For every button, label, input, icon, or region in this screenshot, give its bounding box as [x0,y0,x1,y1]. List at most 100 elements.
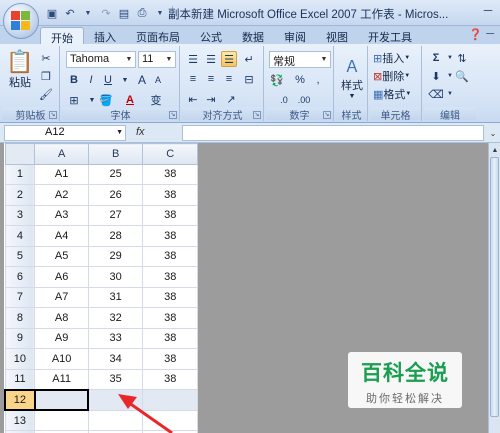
font-size-field[interactable]: 11 ▼ [138,51,176,68]
number-launcher-icon[interactable]: ↘ [323,111,331,119]
align-left-icon[interactable]: ≡ [185,71,201,87]
grow-font-button[interactable]: A [134,72,150,88]
merge-center-icon[interactable]: ⊟ [241,71,257,87]
orientation-icon[interactable]: ↗ [223,91,239,107]
styles-button-label: 样式 [341,79,363,92]
name-box[interactable]: A12 ▼ [4,125,126,141]
decrease-indent-icon[interactable]: ⇤ [185,91,201,107]
tab-review[interactable]: 审阅 [274,27,316,44]
cells-group-label: 单元格 [370,107,421,122]
increase-indent-icon[interactable]: ⇥ [203,91,219,107]
office-button[interactable] [3,3,39,39]
watermark: 百科全说 助你轻松解决 [348,352,462,408]
styles-dropdown-icon: ▼ [348,92,356,100]
expand-formula-bar-icon[interactable]: ⌄ [488,126,498,140]
align-right-icon[interactable]: ≡ [221,71,237,87]
phonetic-button[interactable]: 变 [148,92,164,108]
copy-icon[interactable]: ❐ [38,68,54,84]
alignment-group-label: 对齐方式 [182,107,263,122]
delete-cells-icon: ⊠ [373,70,383,83]
shrink-font-button[interactable]: A [150,72,166,88]
insert-cells-label: 插入 [382,53,405,65]
alignment-launcher-icon[interactable]: ↘ [253,111,261,119]
tab-view[interactable]: 视图 [316,27,358,44]
tab-data[interactable]: 数据 [232,27,274,44]
font-size-value: 11 [142,53,154,65]
undo-dropdown-icon[interactable]: ▼ [80,5,96,21]
find-select-icon[interactable]: 🔍 [454,68,470,84]
format-cells-button[interactable]: ▦ 格式 ▼ [373,86,411,102]
clear-dropdown-icon[interactable]: ▼ [442,86,458,102]
styles-group-label: 样式 [336,107,367,122]
alignment-group: ☰ ☰ ☰ ↵ ≡ ≡ ≡ ⊟ ⇤ ⇥ ↗ 对齐方式 ↘ [182,46,264,122]
print-preview-icon[interactable]: ▤ [116,5,132,21]
styles-button[interactable]: Ａ 样式 ▼ [338,50,366,102]
insert-dropdown-icon: ▼ [404,55,411,61]
help-icon[interactable]: ❓ [469,28,483,41]
editing-group: Σ ▼ ⇅ ⬇ ▼ 🔍 ⌫ ▼ 编辑 [424,46,476,122]
clipboard-launcher-icon[interactable]: ↘ [49,111,57,119]
align-bottom-icon[interactable]: ☰ [221,51,237,67]
bold-button[interactable]: B [66,72,82,88]
delete-dropdown-icon: ▼ [404,73,411,79]
align-top-icon[interactable]: ☰ [185,51,201,67]
minimize-icon[interactable]: ─ [476,0,500,20]
delete-cells-button[interactable]: ⊠ 删除 ▼ [373,68,410,84]
tab-formulas[interactable]: 公式 [190,27,232,44]
formula-bar: A12 ▼ fx ⌄ [0,123,500,143]
save-icon[interactable]: ▣ [44,5,60,21]
scroll-thumb[interactable] [490,157,499,417]
underline-dropdown-icon[interactable]: ▼ [117,72,133,88]
paste-button[interactable]: 📋 粘贴 [6,48,34,92]
formula-input[interactable] [182,125,484,141]
watermark-title: 百科全说 [361,362,449,385]
paste-label: 粘贴 [9,77,31,89]
font-name-field[interactable]: Tahoma ▼ [66,51,136,68]
cut-icon[interactable]: ✂ [38,50,54,66]
align-center-icon[interactable]: ≡ [203,71,219,87]
format-painter-icon[interactable]: 🖌 [38,86,54,102]
comma-style-icon[interactable]: , [310,72,326,88]
insert-cells-button[interactable]: ⊞ 插入 ▼ [373,50,410,66]
tab-insert[interactable]: 插入 [84,27,126,44]
italic-button[interactable]: I [83,72,99,88]
customize-qat-icon[interactable]: ▼ [152,5,168,21]
fill-color-icon[interactable]: 🪣 [98,92,114,108]
tab-home[interactable]: 开始 [40,27,84,45]
scroll-up-icon[interactable]: ▲ [490,145,500,155]
font-name-dropdown-icon[interactable]: ▼ [124,53,134,66]
font-size-dropdown-icon[interactable]: ▼ [164,53,174,66]
borders-icon[interactable]: ⊞ [66,92,82,108]
number-format-value: 常规 [273,56,295,68]
currency-icon[interactable]: 💱 [269,72,285,88]
format-cells-label: 格式 [383,89,406,101]
window-title: 副本新建 Microsoft Office Excel 2007 工作表 - M… [168,9,449,21]
format-dropdown-icon: ▼ [405,91,412,97]
decrease-decimal-icon[interactable]: .00 [296,92,312,108]
sort-filter-icon[interactable]: ⇅ [454,50,470,66]
align-middle-icon[interactable]: ☰ [203,51,219,67]
insert-function-button[interactable]: fx [136,126,145,138]
percent-icon[interactable]: % [292,72,308,88]
insert-cells-icon: ⊞ [373,52,383,65]
vertical-scrollbar[interactable]: ▲ [488,143,500,433]
number-format-field[interactable]: 常规 ▼ [269,51,331,68]
print-icon[interactable]: ⎙ [134,5,150,21]
arrow-shaft [124,398,173,433]
name-box-dropdown-icon[interactable]: ▼ [116,129,123,136]
undo-icon[interactable]: ↶ [62,5,78,21]
font-color-button[interactable]: A [122,92,138,108]
tab-page-layout[interactable]: 页面布局 [126,27,190,44]
increase-decimal-icon[interactable]: .0 [276,92,292,108]
wrap-text-icon[interactable]: ↵ [241,51,257,67]
number-format-dropdown-icon[interactable]: ▼ [319,53,329,66]
title-bar: ▣ ↶ ▼ ↷ ▤ ⎙ ▼ 副本新建 Microsoft Office Exce… [0,0,500,26]
name-box-value: A12 [45,126,65,138]
ribbon-tab-bar: 开始 插入 页面布局 公式 数据 审阅 视图 开发工具 ❓ ─ [0,26,500,45]
tab-developer[interactable]: 开发工具 [358,27,422,44]
font-launcher-icon[interactable]: ↘ [169,111,177,119]
font-group-label: 字体 [62,107,179,122]
ribbon-minimize-icon[interactable]: ─ [486,28,494,41]
underline-button[interactable]: U [100,72,116,88]
redo-icon[interactable]: ↷ [98,5,114,21]
